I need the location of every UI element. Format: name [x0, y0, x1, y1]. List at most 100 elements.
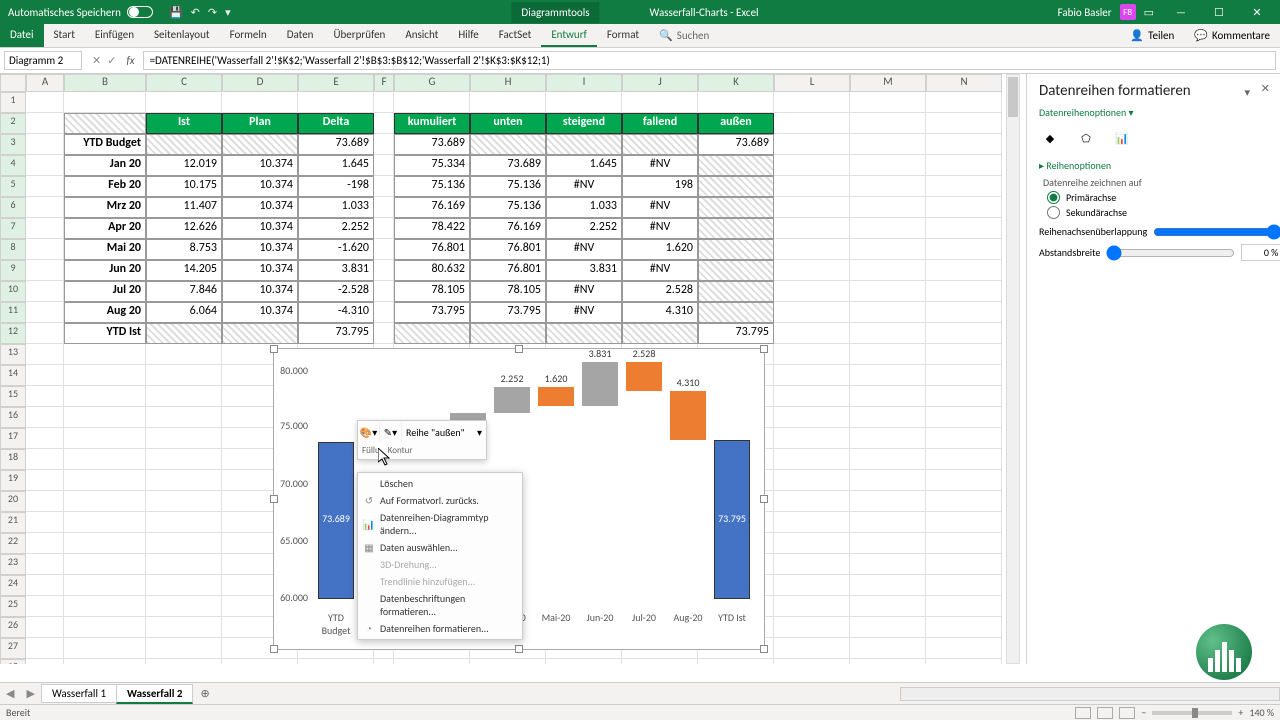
cell[interactable] [26, 365, 64, 386]
cell[interactable] [850, 281, 926, 302]
row-header[interactable]: 6 [0, 197, 26, 218]
cell[interactable]: Aug 20 [64, 302, 146, 323]
sheet-tab-wasserfall1[interactable]: Wasserfall 1 [41, 684, 117, 703]
col-header[interactable]: M [850, 74, 926, 92]
cell[interactable] [774, 575, 850, 596]
cell[interactable] [850, 134, 926, 155]
cell[interactable] [146, 617, 222, 638]
cell[interactable] [26, 155, 64, 176]
cell[interactable]: fallend [622, 113, 698, 134]
cell[interactable] [850, 533, 926, 554]
cell[interactable] [26, 197, 64, 218]
maximize-button[interactable]: ☐ [1200, 0, 1238, 24]
cell[interactable] [26, 302, 64, 323]
cell[interactable] [622, 323, 698, 344]
cell[interactable] [374, 155, 394, 176]
cell[interactable]: 2.252 [546, 218, 622, 239]
cell[interactable] [698, 260, 774, 281]
cell[interactable] [926, 155, 1002, 176]
cell[interactable]: steigend [546, 113, 622, 134]
cell[interactable] [850, 575, 926, 596]
cell[interactable] [222, 134, 298, 155]
row-header[interactable]: 4 [0, 155, 26, 176]
cell[interactable] [774, 239, 850, 260]
cell[interactable] [26, 323, 64, 344]
cell[interactable] [774, 449, 850, 470]
cell[interactable] [146, 428, 222, 449]
cell[interactable] [374, 92, 394, 113]
cell[interactable]: 75.136 [470, 176, 546, 197]
cell[interactable] [470, 134, 546, 155]
cell[interactable] [850, 386, 926, 407]
search-box[interactable]: 🔍Suchen [649, 24, 719, 47]
cell[interactable] [926, 134, 1002, 155]
cell[interactable] [26, 407, 64, 428]
sheet-tab-wasserfall2[interactable]: Wasserfall 2 [116, 684, 193, 704]
cell[interactable] [926, 365, 1002, 386]
cell[interactable] [774, 323, 850, 344]
cell[interactable]: 73.795 [394, 302, 470, 323]
cell[interactable] [374, 281, 394, 302]
cell[interactable] [926, 281, 1002, 302]
cell[interactable]: 6.064 [146, 302, 222, 323]
cell[interactable] [774, 197, 850, 218]
cell[interactable]: 1.033 [298, 197, 374, 218]
cell[interactable] [774, 155, 850, 176]
cell[interactable] [222, 92, 298, 113]
cell[interactable] [470, 92, 546, 113]
cell[interactable]: 10.374 [222, 218, 298, 239]
sheet-nav-prev[interactable]: ◀ [0, 687, 20, 700]
cell[interactable] [774, 281, 850, 302]
horizontal-scrollbar[interactable] [900, 687, 1280, 701]
col-header[interactable]: F [374, 74, 394, 92]
cell[interactable] [850, 239, 926, 260]
effects-icon[interactable]: ⬠ [1075, 127, 1097, 149]
formula-input[interactable] [143, 51, 1276, 70]
cell[interactable] [926, 302, 1002, 323]
cell[interactable] [850, 491, 926, 512]
cell[interactable] [926, 449, 1002, 470]
cell[interactable] [26, 176, 64, 197]
row-header[interactable]: 5 [0, 176, 26, 197]
cell[interactable] [298, 92, 374, 113]
cell[interactable] [850, 554, 926, 575]
cell[interactable]: 76.801 [470, 239, 546, 260]
tab-daten[interactable]: Daten [277, 24, 324, 47]
col-header[interactable]: I [546, 74, 622, 92]
cell[interactable] [698, 302, 774, 323]
cell[interactable]: YTD Ist [64, 323, 146, 344]
tab-seitenlayout[interactable]: Seitenlayout [144, 24, 220, 47]
cell[interactable] [64, 365, 146, 386]
tab-hilfe[interactable]: Hilfe [448, 24, 488, 47]
cell[interactable] [850, 638, 926, 659]
cell[interactable] [546, 92, 622, 113]
cell[interactable] [146, 596, 222, 617]
cell[interactable]: 1.033 [546, 197, 622, 218]
cell[interactable] [64, 470, 146, 491]
cell[interactable] [374, 323, 394, 344]
cell[interactable] [774, 428, 850, 449]
cell[interactable] [926, 638, 1002, 659]
col-header[interactable]: J [622, 74, 698, 92]
cell[interactable] [926, 218, 1002, 239]
cell[interactable]: #NV [622, 218, 698, 239]
minimize-button[interactable]: — [1162, 0, 1200, 24]
cell[interactable] [26, 134, 64, 155]
cell[interactable] [774, 134, 850, 155]
cell[interactable] [850, 302, 926, 323]
cell[interactable] [774, 491, 850, 512]
cell[interactable]: 73.795 [470, 302, 546, 323]
cell[interactable] [26, 281, 64, 302]
cell[interactable] [926, 491, 1002, 512]
cell[interactable] [146, 323, 222, 344]
zoom-in-icon[interactable]: + [1238, 706, 1243, 719]
cell[interactable] [850, 260, 926, 281]
cell[interactable] [926, 554, 1002, 575]
tab-start[interactable]: Start [44, 24, 85, 47]
row-header[interactable]: 10 [0, 281, 26, 302]
cancel-icon[interactable]: ✕ [92, 54, 101, 67]
cell[interactable] [850, 323, 926, 344]
cell[interactable]: 75.136 [394, 176, 470, 197]
cell[interactable] [774, 218, 850, 239]
col-header[interactable]: B [64, 74, 146, 92]
